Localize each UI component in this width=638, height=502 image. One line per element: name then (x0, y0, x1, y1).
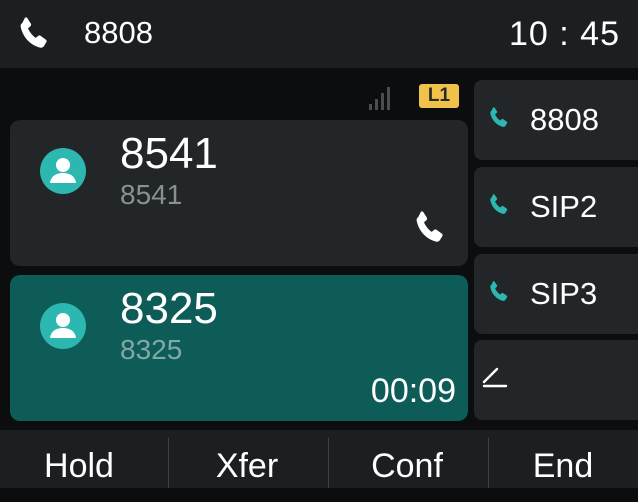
call-duration: 00:09 (370, 372, 456, 410)
line-key-label: SIP2 (530, 189, 598, 224)
conference-button[interactable]: Conf (328, 430, 486, 488)
call-number: 8325 (120, 334, 183, 365)
line-key-edit[interactable] (474, 340, 638, 420)
account-label: 8808 (84, 15, 153, 50)
line-key-8808[interactable]: 8808 (474, 80, 638, 160)
handset-icon (416, 211, 443, 242)
transfer-button[interactable]: Xfer (168, 430, 326, 488)
hold-button[interactable]: Hold (0, 430, 158, 488)
top-status-bar: 8808 10 : 45 (0, 0, 638, 68)
line-key-sip3[interactable]: SIP3 (474, 254, 638, 334)
line-key-label: SIP3 (530, 276, 598, 311)
contact-avatar-icon (40, 303, 86, 349)
edit-icon (482, 367, 508, 388)
contact-avatar-icon (40, 148, 86, 194)
handset-icon (490, 194, 508, 214)
softkey-bar: Hold Xfer Conf End (0, 430, 638, 488)
line-badge: L1 (419, 84, 459, 108)
call-card-held[interactable]: 8541 8541 (10, 120, 468, 266)
clock: 10 : 45 (509, 15, 620, 53)
handset-icon (490, 281, 508, 301)
handset-icon (490, 107, 508, 127)
handset-icon (20, 17, 47, 48)
signal-bars-icon (369, 87, 390, 110)
call-name: 8541 (120, 129, 218, 178)
call-name: 8325 (120, 284, 218, 333)
call-number: 8541 (120, 179, 183, 210)
call-card-active[interactable]: 8325 8325 00:09 (10, 275, 468, 421)
line-key-sip2[interactable]: SIP2 (474, 167, 638, 247)
line-key-label: 8808 (530, 102, 599, 137)
end-call-button[interactable]: End (488, 430, 638, 488)
